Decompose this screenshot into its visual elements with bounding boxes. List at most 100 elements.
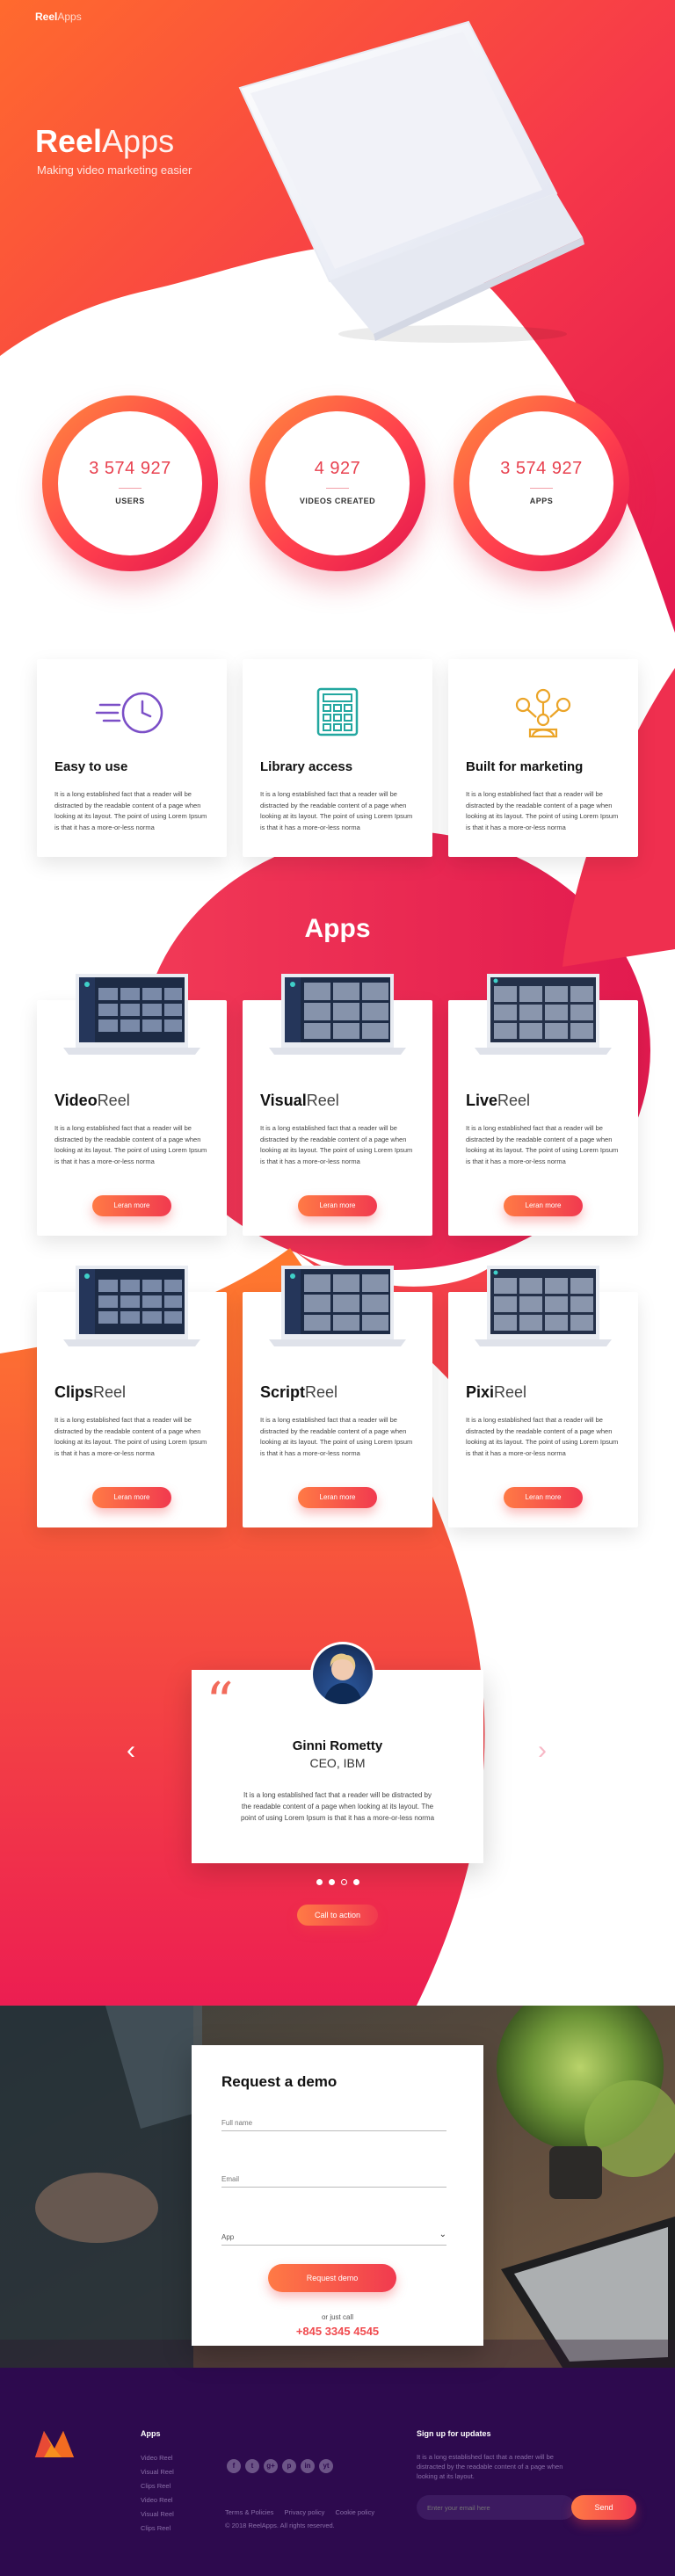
learn-more-button[interactable]: Leran more [504, 1195, 583, 1216]
grid-calculator-icon [316, 687, 359, 737]
feature-title: Built for marketing [466, 759, 584, 774]
feature-card-library-access: Library access It is a long established … [243, 659, 432, 857]
feature-text: It is a long established fact that a rea… [260, 790, 413, 831]
call-to-action-button[interactable]: Call to action [297, 1905, 378, 1926]
footer-link[interactable]: Video Reel [141, 2454, 173, 2462]
app-card-visualreel: VisualReel It is a long established fact… [243, 974, 432, 1236]
full-name-field[interactable] [221, 2115, 446, 2131]
learn-more-button[interactable]: Leran more [92, 1487, 171, 1508]
privacy-link[interactable]: Privacy policy [285, 2508, 325, 2516]
stat-value: 3 574 927 [89, 459, 171, 478]
google-plus-icon[interactable]: g+ [264, 2459, 278, 2473]
clock-speed-icon [95, 692, 163, 734]
app-name-bold: Visual [260, 1092, 307, 1109]
stat-value: 3 574 927 [500, 459, 583, 478]
app-name-light: Reel [97, 1092, 130, 1109]
app-name: PixiReel [466, 1383, 526, 1402]
app-name: ClipsReel [54, 1383, 126, 1402]
app-screenshot [63, 1266, 200, 1346]
app-text: It is a long established fact that a rea… [466, 1124, 619, 1165]
request-demo-card: Request a demo App ⌄ Request demo or jus… [192, 2045, 483, 2346]
app-screenshot [269, 1266, 406, 1346]
app-name-bold: Clips [54, 1383, 94, 1401]
stat-divider [119, 488, 142, 489]
testimonial-text: It is a long established fact that a rea… [240, 1791, 435, 1822]
linkedin-icon[interactable]: in [301, 2459, 315, 2473]
phone-number[interactable]: +845 3345 4545 [192, 2325, 483, 2338]
social-links: f t g+ p in yt [227, 2459, 333, 2473]
app-name-bold: Pixi [466, 1383, 495, 1401]
app-text: It is a long established fact that a rea… [260, 1416, 413, 1457]
learn-more-button[interactable]: Leran more [298, 1195, 377, 1216]
app-text: It is a long established fact that a rea… [54, 1416, 207, 1457]
twitter-icon[interactable]: t [245, 2459, 259, 2473]
carousel-dot[interactable] [353, 1879, 359, 1885]
app-screenshot [63, 974, 200, 1055]
footer-link[interactable]: Visual Reel [141, 2510, 174, 2518]
footer-link[interactable]: Video Reel [141, 2496, 173, 2504]
app-card-pixireel: PixiReel It is a long established fact t… [448, 1266, 638, 1527]
next-arrow-icon[interactable]: › [538, 1736, 547, 1766]
logo-light: Apps [57, 11, 82, 23]
carousel-dot-active[interactable] [341, 1879, 347, 1885]
stat-label: VIDEOS CREATED [299, 497, 376, 505]
app-name: VisualReel [260, 1092, 339, 1110]
app-name-bold: Video [54, 1092, 98, 1109]
carousel-dot[interactable] [316, 1879, 323, 1885]
learn-more-button[interactable]: Leran more [92, 1195, 171, 1216]
footer-link[interactable]: Clips Reel [141, 2524, 171, 2532]
stat-videos-created: 4 927 VIDEOS CREATED [250, 395, 425, 571]
stat-label: USERS [115, 497, 145, 505]
app-name-light: Reel [497, 1092, 531, 1109]
feature-title: Library access [260, 759, 353, 774]
signup-text: It is a long established fact that a rea… [417, 2453, 563, 2480]
app-name: LiveReel [466, 1092, 530, 1110]
send-button[interactable]: Send [571, 2495, 636, 2520]
footer-email-input[interactable] [417, 2495, 575, 2520]
feature-card-easy-to-use: Easy to use It is a long established fac… [37, 659, 227, 857]
feature-card-built-for-marketing: Built for marketing It is a long establi… [448, 659, 638, 857]
or-call-text: or just call [321, 2313, 353, 2321]
signup-title: Sign up for updates [417, 2429, 491, 2438]
stat-value: 4 927 [314, 459, 361, 478]
request-demo-button[interactable]: Request demo [268, 2264, 396, 2292]
footer-link[interactable]: Clips Reel [141, 2482, 171, 2490]
app-name-bold: Live [466, 1092, 498, 1109]
app-name-light: Reel [93, 1383, 127, 1401]
email-field[interactable] [221, 2172, 446, 2188]
learn-more-button[interactable]: Leran more [504, 1487, 583, 1508]
app-select-value: App [221, 2233, 235, 2241]
demo-title: Request a demo [221, 2073, 338, 2090]
logo-bold: Reel [35, 11, 58, 23]
testimonial-name: Ginni Rometty [292, 1738, 383, 1753]
stat-divider [326, 488, 349, 489]
pinterest-icon[interactable]: p [282, 2459, 296, 2473]
carousel-dot[interactable] [329, 1879, 335, 1885]
footer: Apps Video Reel Visual Reel Clips Reel V… [0, 2368, 675, 2576]
app-text: It is a long established fact that a rea… [260, 1124, 413, 1165]
app-card-videoreel: VideoReel It is a long established fact … [37, 974, 227, 1236]
youtube-icon[interactable]: yt [319, 2459, 333, 2473]
header-logo[interactable]: ReelApps [35, 11, 82, 23]
app-name-bold: Script [260, 1383, 306, 1401]
cookie-link[interactable]: Cookie policy [335, 2508, 374, 2516]
apps-heading: Apps [304, 914, 371, 943]
app-card-clipsreel: ClipsReel It is a long established fact … [37, 1266, 227, 1527]
footer-link[interactable]: Visual Reel [141, 2468, 174, 2476]
footer-logo-icon[interactable] [35, 2429, 74, 2457]
app-screenshot [475, 1266, 612, 1346]
app-name: ScriptReel [260, 1383, 338, 1402]
learn-more-button[interactable]: Leran more [298, 1487, 377, 1508]
copyright: © 2018 ReelApps. All rights reserved. [225, 2522, 335, 2529]
terms-link[interactable]: Terms & Policies [225, 2508, 273, 2516]
marketing-network-icon [515, 688, 571, 738]
app-name-light: Reel [305, 1383, 338, 1401]
avatar [310, 1642, 375, 1707]
carousel-dots [316, 1879, 359, 1885]
app-screenshot [269, 974, 406, 1055]
stat-apps: 3 574 927 APPS [454, 395, 629, 571]
app-name-light: Reel [494, 1383, 527, 1401]
facebook-icon[interactable]: f [227, 2459, 241, 2473]
prev-arrow-icon[interactable]: ‹ [127, 1736, 135, 1766]
app-select[interactable]: App ⌄ [221, 2230, 446, 2246]
